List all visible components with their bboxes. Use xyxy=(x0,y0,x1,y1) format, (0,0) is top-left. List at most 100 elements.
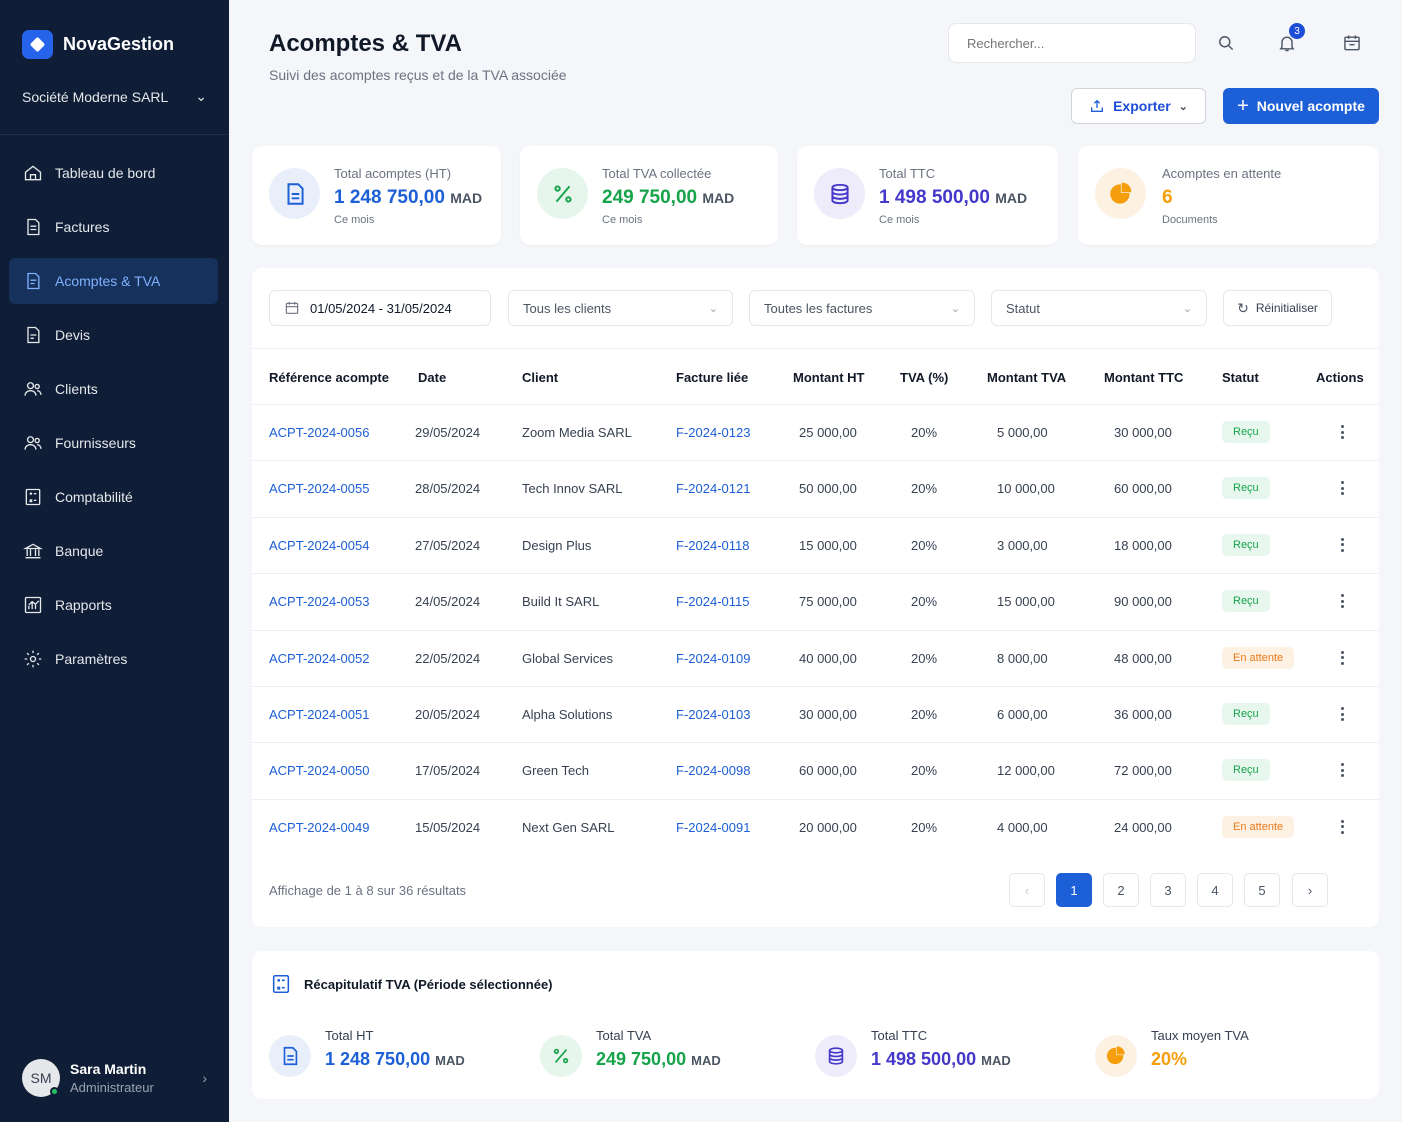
date-range-filter[interactable]: 01/05/2024 - 31/05/2024 xyxy=(269,290,491,326)
coins-icon xyxy=(814,168,865,219)
client-filter-value: Tous les clients xyxy=(523,300,612,316)
column-header[interactable]: Date xyxy=(418,370,446,385)
page-button[interactable]: 2 xyxy=(1103,873,1139,907)
deposit-ref-link[interactable]: ACPT-2024-0049 xyxy=(269,820,369,835)
more-actions-icon[interactable] xyxy=(1336,761,1348,779)
stat-card-total-vat: Total TVA collectée 249 750,00 MAD Ce mo… xyxy=(520,146,778,245)
calendar-icon xyxy=(1344,35,1360,51)
coins-icon xyxy=(815,1035,857,1077)
sidebar-item-banque[interactable]: Banque xyxy=(9,528,218,574)
vat-summary-panel: Récapitulatif TVA (Période sélectionnée)… xyxy=(252,951,1379,1099)
calendar-button[interactable] xyxy=(1338,29,1366,57)
page-button[interactable]: 1 xyxy=(1056,873,1092,907)
table-row[interactable]: ACPT-2024-0050 17/05/2024 Green Tech F-2024… xyxy=(252,742,1379,798)
column-header[interactable]: Montant HT xyxy=(793,370,864,385)
user-role: Administrateur xyxy=(70,1080,154,1095)
more-actions-icon[interactable] xyxy=(1336,649,1348,667)
deposit-ref-link[interactable]: ACPT-2024-0051 xyxy=(269,707,369,722)
page-button[interactable]: 5 xyxy=(1244,873,1280,907)
table-row[interactable]: ACPT-2024-0051 20/05/2024 Alpha Solutions F… xyxy=(252,686,1379,742)
reset-button[interactable]: ↻ Réinitialiser xyxy=(1223,290,1332,326)
date-range-value: 01/05/2024 - 31/05/2024 xyxy=(310,300,452,316)
invoice-link[interactable]: F-2024-0123 xyxy=(676,425,750,440)
summary-label: Total HT xyxy=(325,1028,374,1043)
invoice-link[interactable]: F-2024-0118 xyxy=(676,538,749,553)
summary-value: 1 498 500,00 MAD xyxy=(871,1049,1011,1069)
chevron-left-icon: ‹ xyxy=(1024,882,1030,898)
more-actions-icon[interactable] xyxy=(1336,705,1348,723)
logo-icon xyxy=(22,30,53,59)
more-actions-icon[interactable] xyxy=(1336,536,1348,554)
invoice-link[interactable]: F-2024-0103 xyxy=(676,707,750,722)
stat-value: 249 750,00 MAD xyxy=(602,187,735,208)
new-deposit-button[interactable]: + Nouvel acompte xyxy=(1223,88,1379,124)
column-header[interactable]: Montant TTC xyxy=(1104,370,1183,385)
sidebar-item-parametres[interactable]: Paramètres xyxy=(9,636,218,682)
sidebar-item-fournisseurs[interactable]: Fournisseurs xyxy=(9,420,218,466)
client-filter[interactable]: Tous les clients ⌄ xyxy=(508,290,733,326)
summary-label: Taux moyen TVA xyxy=(1151,1028,1249,1043)
cell-client: Global Services xyxy=(522,650,614,666)
company-name: Société Moderne SARL xyxy=(22,88,169,105)
users-icon xyxy=(24,382,42,396)
stat-label: Total TTC xyxy=(879,166,936,181)
more-actions-icon[interactable] xyxy=(1336,423,1348,441)
sidebar-item-clients[interactable]: Clients xyxy=(9,366,218,412)
column-header[interactable]: Référence acompte xyxy=(269,370,389,385)
invoice-link[interactable]: F-2024-0121 xyxy=(676,481,750,496)
prev-page-button[interactable]: ‹ xyxy=(1009,873,1045,907)
sidebar-item-dashboard[interactable]: Tableau de bord xyxy=(9,150,218,196)
status-filter[interactable]: Statut ⌄ xyxy=(991,290,1207,326)
sidebar-item-factures[interactable]: Factures xyxy=(9,204,218,250)
divider xyxy=(252,348,1379,349)
deposit-ref-link[interactable]: ACPT-2024-0053 xyxy=(269,594,369,609)
table-row[interactable]: ACPT-2024-0053 24/05/2024 Build It SARL F-2… xyxy=(252,573,1379,629)
calendar-icon xyxy=(285,302,299,314)
deposit-ref-link[interactable]: ACPT-2024-0056 xyxy=(269,425,369,440)
sidebar-item-acomptes[interactable]: Acomptes & TVA xyxy=(9,258,218,304)
column-header[interactable]: Client xyxy=(522,370,558,385)
more-actions-icon[interactable] xyxy=(1336,479,1348,497)
more-actions-icon[interactable] xyxy=(1336,592,1348,610)
invoice-link[interactable]: F-2024-0115 xyxy=(676,594,749,609)
column-header[interactable]: TVA (%) xyxy=(900,370,948,385)
table-row[interactable]: ACPT-2024-0052 22/05/2024 Global Services F… xyxy=(252,629,1379,686)
more-actions-icon[interactable] xyxy=(1336,818,1348,836)
sidebar-item-label: Devis xyxy=(55,327,91,343)
table-row[interactable]: ACPT-2024-0055 28/05/2024 Tech Innov SARL F… xyxy=(252,460,1379,516)
deposit-ref-link[interactable]: ACPT-2024-0050 xyxy=(269,763,369,778)
invoice-link[interactable]: F-2024-0091 xyxy=(676,820,750,835)
invoice-link[interactable]: F-2024-0098 xyxy=(676,763,750,778)
sidebar-item-rapports[interactable]: Rapports xyxy=(9,582,218,628)
next-page-button[interactable]: › xyxy=(1292,873,1328,907)
notifications-button[interactable]: 3 xyxy=(1273,23,1305,57)
table-row[interactable]: ACPT-2024-0049 15/05/2024 Next Gen SARL F-2… xyxy=(252,798,1379,855)
column-header[interactable]: Statut xyxy=(1222,370,1259,385)
search-input[interactable] xyxy=(948,23,1196,63)
sidebar-item-devis[interactable]: Devis xyxy=(9,312,218,358)
user-menu[interactable]: SM Sara Martin Administrateur › xyxy=(22,1059,207,1097)
invoice-filter[interactable]: Toutes les factures ⌄ xyxy=(749,290,975,326)
settings-icon xyxy=(24,650,42,668)
page-button[interactable]: 4 xyxy=(1197,873,1233,907)
column-header[interactable]: Montant TVA xyxy=(987,370,1066,385)
accounting-icon xyxy=(25,488,41,506)
deposit-ref-link[interactable]: ACPT-2024-0055 xyxy=(269,481,369,496)
stat-label: Total TVA collectée xyxy=(602,166,712,181)
sidebar-item-comptabilite[interactable]: Comptabilité xyxy=(9,474,218,520)
deposit-ref-link[interactable]: ACPT-2024-0052 xyxy=(269,651,369,666)
search-button[interactable] xyxy=(1212,29,1240,57)
brand[interactable]: NovaGestion xyxy=(22,30,174,59)
company-selector[interactable]: Société Moderne SARL ⌄ xyxy=(22,88,207,105)
deposit-ref-link[interactable]: ACPT-2024-0054 xyxy=(269,538,369,553)
page-button[interactable]: 3 xyxy=(1150,873,1186,907)
export-button[interactable]: Exporter ⌄ xyxy=(1071,88,1206,124)
cell-client: Build It SARL xyxy=(522,594,600,610)
column-header[interactable]: Facture liée xyxy=(676,370,748,385)
invoice-link[interactable]: F-2024-0109 xyxy=(676,651,750,666)
table-row[interactable]: ACPT-2024-0054 27/05/2024 Design Plus F-202… xyxy=(252,516,1379,573)
sidebar-item-label: Rapports xyxy=(55,597,112,613)
table-row[interactable]: ACPT-2024-0056 29/05/2024 Zoom Media SARL F… xyxy=(252,404,1379,460)
cell-amount-ht: 60 000,00 xyxy=(799,763,857,779)
calculator-icon xyxy=(272,974,290,994)
